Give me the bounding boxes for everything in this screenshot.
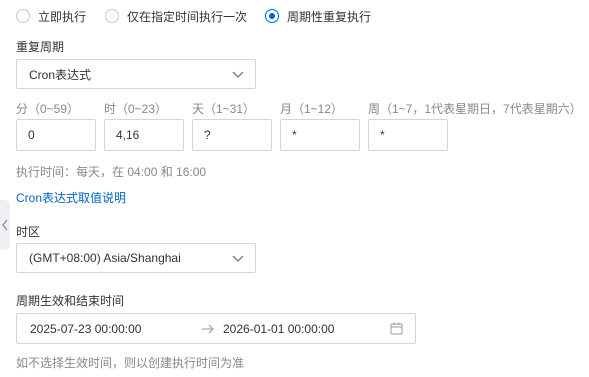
range-start-value[interactable]: 2025-07-23 00:00:00 — [30, 322, 141, 336]
week-input-value: * — [380, 128, 385, 142]
radio-circle — [265, 9, 279, 23]
minute-input-value: 0 — [28, 128, 35, 142]
cron-help-link[interactable]: Cron表达式取值说明 — [16, 189, 126, 206]
timezone-label: 时区 — [16, 225, 41, 239]
radio-circle — [16, 9, 30, 23]
chevron-left-icon — [2, 219, 8, 231]
range-end-value[interactable]: 2026-01-01 00:00:00 — [223, 322, 334, 336]
radio-label: 仅在指定时间执行一次 — [127, 9, 248, 24]
execution-time-text: 执行时间：每天，在 04:00 和 16:00 — [16, 165, 207, 179]
month-input-value: * — [292, 128, 297, 142]
date-range-picker[interactable]: 2025-07-23 00:00:00 2026-01-01 00:00:00 — [16, 313, 416, 344]
radio-immediate[interactable]: 立即执行 — [16, 7, 86, 25]
week-input[interactable]: * — [368, 119, 448, 151]
timezone-value: (GMT+08:00) Asia/Shanghai — [29, 251, 181, 265]
radio-circle — [105, 9, 119, 23]
arrow-right-icon — [202, 324, 214, 334]
hour-field-label: 时（0~23） — [104, 102, 168, 116]
hour-input-value: 4,16 — [116, 128, 140, 142]
week-field-label: 周（1~7，1代表星期日，7代表星期六） — [368, 102, 582, 116]
month-field-label: 月（1~12） — [280, 102, 344, 116]
timezone-select[interactable]: (GMT+08:00) Asia/Shanghai — [16, 243, 256, 273]
effective-period-label: 周期生效和结束时间 — [16, 294, 125, 308]
month-input[interactable]: * — [280, 119, 360, 151]
day-input[interactable]: ? — [192, 119, 272, 151]
radio-label: 立即执行 — [38, 9, 87, 24]
minute-input[interactable]: 0 — [16, 119, 96, 151]
minute-field-label: 分（0~59） — [16, 102, 80, 116]
chevron-down-icon — [232, 71, 244, 78]
hour-input[interactable]: 4,16 — [104, 119, 184, 151]
chevron-down-icon — [232, 255, 244, 262]
repeat-cycle-label: 重复周期 — [16, 40, 65, 54]
radio-periodic[interactable]: 周期性重复执行 — [265, 7, 371, 25]
radio-once-at-time[interactable]: 仅在指定时间执行一次 — [105, 7, 247, 25]
day-input-value: ? — [204, 128, 211, 142]
radio-label: 周期性重复执行 — [287, 9, 372, 24]
repeat-cycle-select[interactable]: Cron表达式 — [16, 59, 256, 89]
side-collapse-tab[interactable] — [0, 200, 10, 250]
effective-time-hint: 如不选择生效时间，则以创建执行时间为准 — [16, 356, 245, 370]
day-field-label: 天（1~31） — [192, 102, 256, 116]
calendar-icon[interactable] — [390, 322, 403, 335]
repeat-cycle-value: Cron表达式 — [29, 67, 92, 82]
